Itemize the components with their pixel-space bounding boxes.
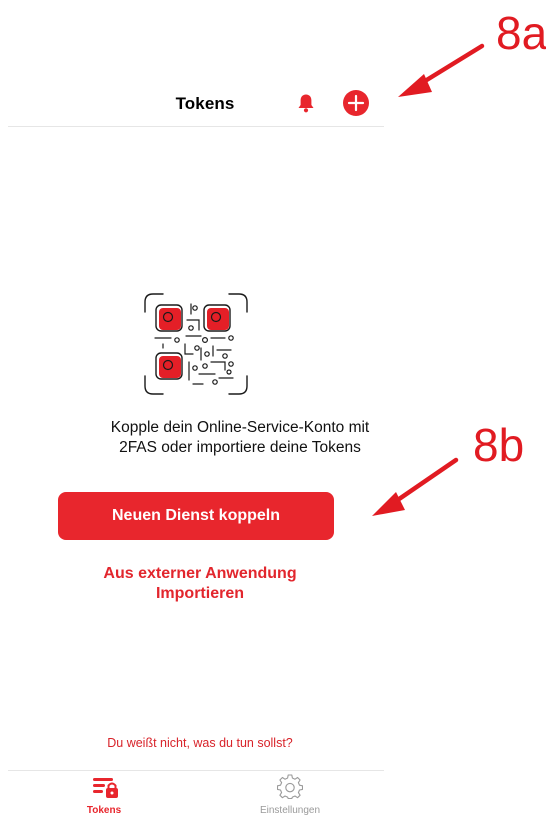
tokens-icon xyxy=(93,778,118,798)
tab-bar: Tokens Einstellungen xyxy=(8,770,384,818)
pair-new-service-button[interactable]: Neuen Dienst koppeln xyxy=(58,492,334,540)
annotation-label-8a: 8a xyxy=(496,7,546,59)
tab-settings-label: Einstellungen xyxy=(259,805,321,816)
bell-icon[interactable] xyxy=(297,93,315,113)
import-link-line1: Aus externer Anwendung xyxy=(103,565,297,582)
nav-header: Tokens xyxy=(8,76,384,127)
empty-state-message-line2: 2FAS oder importiere deine Tokens xyxy=(119,439,361,456)
tab-tokens-label: Tokens xyxy=(86,805,122,816)
tab-tokens[interactable]: Tokens xyxy=(34,771,174,818)
annotation-arrow-8a xyxy=(398,43,485,97)
pair-new-service-label: Neuen Dienst koppeln xyxy=(111,507,281,524)
plus-icon xyxy=(347,94,365,112)
import-link-line2: Importieren xyxy=(155,585,244,602)
empty-state-message: Kopple dein Online-Service-Konto mit 2FA… xyxy=(40,418,440,458)
annotation-arrow-8b xyxy=(372,457,459,516)
tab-settings[interactable]: Einstellungen xyxy=(220,771,360,818)
add-token-button[interactable] xyxy=(343,90,369,116)
import-from-external-app-link[interactable]: Aus externer Anwendung Importieren xyxy=(60,564,340,604)
gear-icon xyxy=(277,774,303,800)
annotation-label-8b: 8b xyxy=(473,419,525,471)
empty-state-message-line1: Kopple dein Online-Service-Konto mit xyxy=(110,419,370,436)
qr-code-icon xyxy=(144,293,248,395)
help-link[interactable]: Du weißt nicht, was du tun sollst? xyxy=(40,736,360,750)
